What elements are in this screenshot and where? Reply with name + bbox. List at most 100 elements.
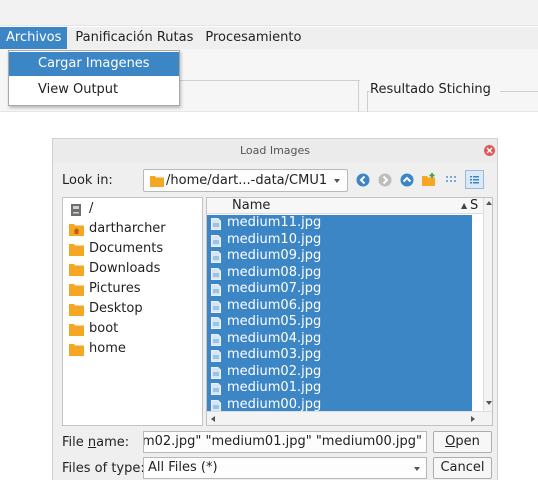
sidebar-item-label: Desktop: [89, 301, 143, 316]
places-sidebar: / dartharcher Documents Downloads Pictur…: [62, 197, 203, 426]
file-rows: medium11.jpg medium10.jpg medium09.jpg m…: [207, 215, 472, 413]
vertical-scrollbar[interactable]: [483, 198, 492, 411]
image-file-icon: [211, 399, 221, 412]
sidebar-item-label: Pictures: [89, 281, 141, 296]
menu-planificacion-rutas[interactable]: Panificación Rutas: [69, 27, 199, 49]
sidebar-item-label: home: [89, 341, 126, 356]
sidebar-item-label: Documents: [89, 241, 164, 256]
folder-icon: [69, 244, 84, 256]
folder-icon: [150, 176, 164, 187]
image-file-icon: [211, 234, 221, 247]
image-file-icon: [211, 284, 221, 296]
sort-ascending-icon: ▲: [461, 201, 468, 210]
look-in-path: /home/dart...-data/CMU1: [166, 173, 328, 188]
image-file-icon: [211, 383, 221, 395]
image-file-icon: [211, 350, 221, 362]
file-name-label: File name:: [62, 435, 130, 450]
file-name: medium02.jpg: [227, 363, 322, 379]
detail-view-icon[interactable]: [465, 170, 484, 189]
image-file-icon: [211, 317, 221, 329]
column-header-size[interactable]: S: [470, 198, 478, 213]
file-name: medium11.jpg: [227, 215, 322, 230]
scroll-down-icon[interactable]: [486, 401, 492, 405]
file-name: medium07.jpg: [227, 281, 322, 296]
menubar: Archivos Panificación Rutas Procesamient…: [0, 27, 538, 49]
horizontal-scrollbar[interactable]: [207, 411, 492, 425]
groupbox-frame-edge2: [367, 91, 368, 112]
sidebar-item-label: Downloads: [89, 261, 161, 276]
file-name: medium06.jpg: [227, 297, 322, 313]
back-icon[interactable]: [355, 172, 371, 188]
file-type-value: All Files (*): [148, 460, 218, 475]
groupbox-frame: [180, 80, 360, 81]
file-row[interactable]: medium08.jpg: [207, 264, 472, 281]
folder-icon: [69, 324, 84, 336]
file-name: medium09.jpg: [227, 248, 322, 263]
file-row[interactable]: medium09.jpg: [207, 248, 472, 265]
file-row[interactable]: medium07.jpg: [207, 281, 472, 298]
file-row[interactable]: medium03.jpg: [207, 347, 472, 364]
open-button[interactable]: Open: [433, 431, 492, 453]
main-window: Archivos Panificación Rutas Procesamient…: [0, 0, 538, 112]
scroll-right-icon[interactable]: [471, 416, 475, 422]
look-in-combo[interactable]: /home/dart...-data/CMU1: [143, 169, 348, 192]
file-name-value: ium02.jpg" "medium01.jpg" "medium00.jpg": [143, 434, 422, 449]
column-header-name[interactable]: Name: [232, 198, 270, 213]
file-name: medium04.jpg: [227, 330, 322, 346]
image-file-icon: [211, 333, 221, 346]
groupbox-frame-line: [500, 91, 538, 92]
file-row[interactable]: medium10.jpg: [207, 231, 472, 248]
look-in-label: Look in:: [62, 173, 113, 188]
parent-directory-icon[interactable]: [399, 172, 415, 188]
image-file-icon: [211, 267, 221, 280]
sidebar-item-label: boot: [89, 321, 119, 336]
file-row[interactable]: medium11.jpg: [207, 215, 472, 232]
folder-icon: [69, 284, 84, 296]
file-name-row: File name: ium02.jpg" "medium01.jpg" "me…: [53, 431, 497, 455]
menu-archivos[interactable]: Archivos: [0, 27, 68, 49]
cancel-button[interactable]: Cancel: [433, 457, 492, 479]
dialog-title: Load Images: [239, 144, 311, 157]
file-row[interactable]: medium05.jpg: [207, 314, 472, 331]
forward-icon[interactable]: [377, 172, 393, 188]
sidebar-item-label: dartharcher: [89, 221, 166, 236]
menu-item-cargar-imagenes[interactable]: Cargar Imagenes: [9, 52, 179, 76]
groupbox-frame-edge: [358, 80, 359, 112]
dialog-titlebar: Load Images: [53, 139, 497, 163]
archivos-dropdown-menu: Cargar Imagenes View Output: [8, 50, 180, 106]
groupbox-title: Resultado Stiching: [370, 82, 491, 97]
scroll-up-icon[interactable]: [486, 201, 492, 205]
chevron-down-icon: [414, 467, 420, 471]
load-images-dialog: Load Images Look in: /home/dart...-data/…: [52, 138, 498, 480]
image-file-icon: [211, 300, 221, 313]
file-name: medium05.jpg: [227, 314, 322, 329]
menu-procesamiento[interactable]: Procesamiento: [199, 27, 307, 49]
folder-icon: [69, 304, 84, 316]
chevron-down-icon: [334, 179, 340, 183]
title-bar: [0, 0, 538, 26]
image-file-icon: [211, 251, 221, 263]
menu-item-view-output[interactable]: View Output: [9, 78, 179, 102]
files-of-type-label: Files of type:: [62, 461, 145, 476]
file-row[interactable]: medium04.jpg: [207, 330, 472, 347]
file-name-field[interactable]: ium02.jpg" "medium01.jpg" "medium00.jpg": [143, 431, 427, 453]
file-list-header: Name ▲ S: [207, 198, 492, 214]
drive-icon: [71, 204, 81, 216]
file-list-view: Name ▲ S medium11.jpg medium10.jpg mediu…: [206, 197, 493, 426]
icon-view-icon[interactable]: [443, 172, 459, 188]
scroll-left-icon[interactable]: [211, 416, 215, 422]
file-row[interactable]: medium01.jpg: [207, 380, 472, 397]
image-file-icon: [211, 218, 221, 230]
file-row[interactable]: medium06.jpg: [207, 297, 472, 314]
close-icon[interactable]: [484, 145, 495, 156]
folder-icon: [69, 264, 84, 276]
file-name: medium10.jpg: [227, 231, 322, 247]
image-file-icon: [211, 366, 221, 379]
file-name: medium01.jpg: [227, 380, 322, 395]
file-type-row: Files of type: All Files (*) Cancel: [53, 457, 497, 480]
file-name: medium03.jpg: [227, 347, 322, 362]
new-folder-icon[interactable]: [421, 172, 437, 188]
file-row[interactable]: medium02.jpg: [207, 363, 472, 380]
file-type-select[interactable]: All Files (*): [143, 457, 427, 479]
look-in-row: Look in: /home/dart...-data/CMU1: [53, 169, 497, 193]
